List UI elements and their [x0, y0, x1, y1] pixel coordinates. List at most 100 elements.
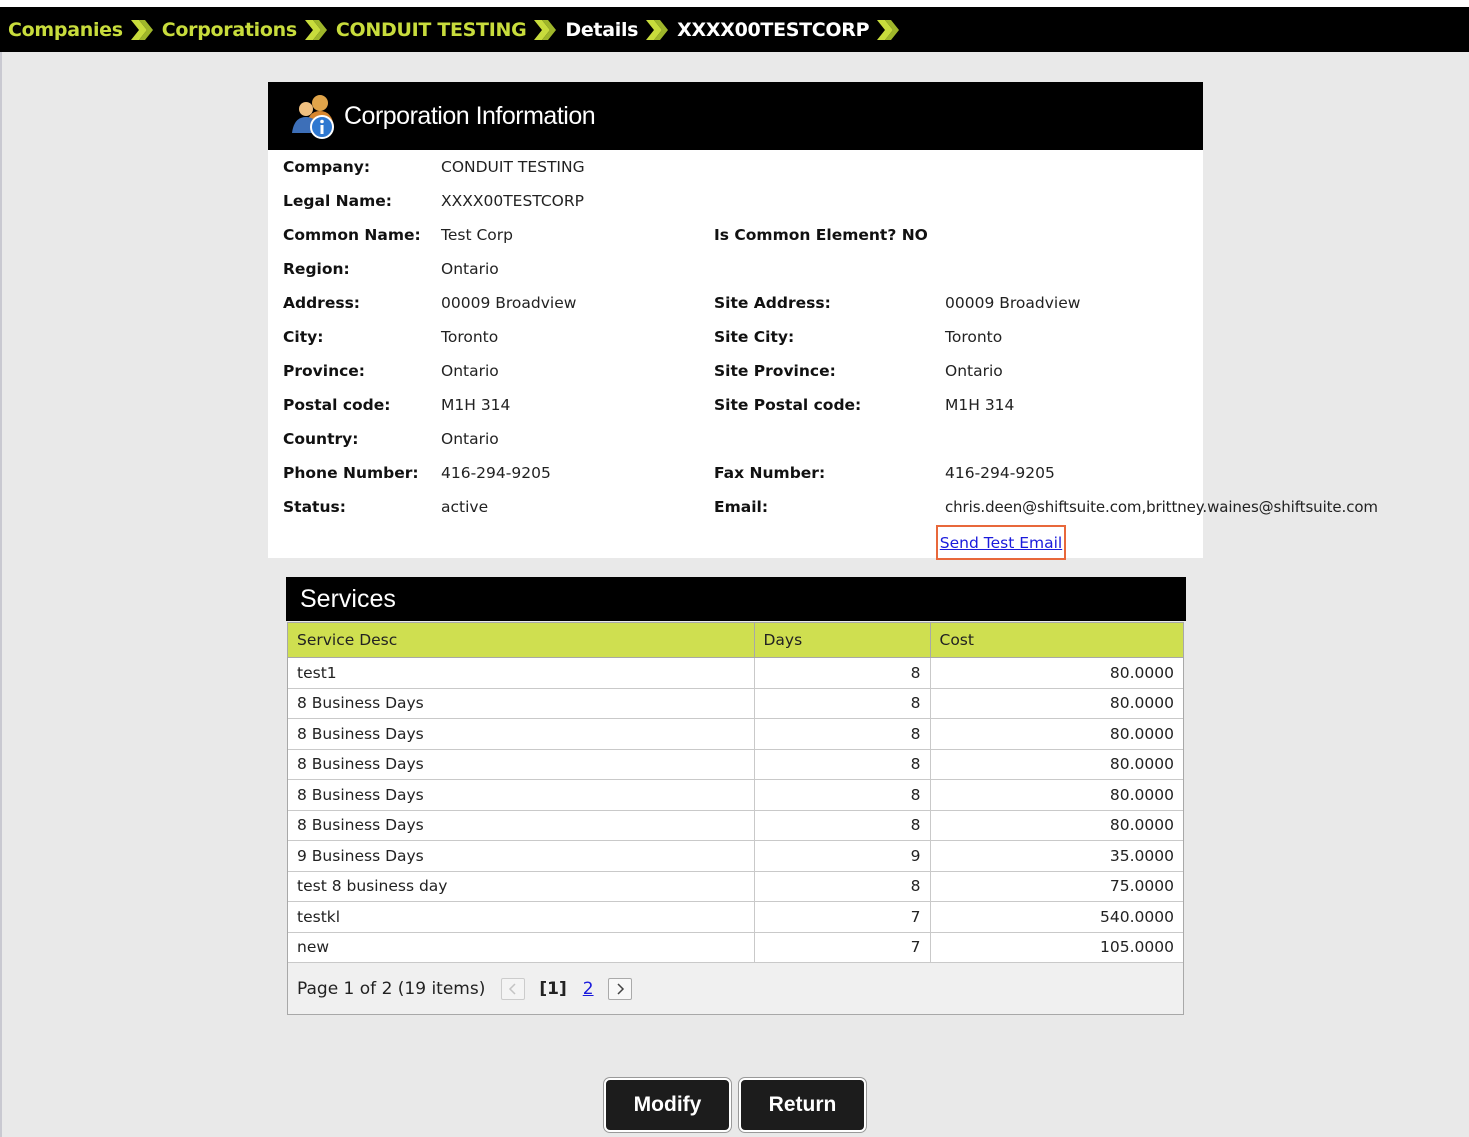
cost-cell: 80.0000 [930, 718, 1183, 750]
corporation-info-icon [290, 93, 338, 143]
table-row[interactable]: 8 Business Days 8 80.0000 [288, 718, 1183, 750]
days-cell: 8 [754, 718, 931, 750]
region-label: Region: [283, 260, 350, 278]
service-desc-cell: test1 [288, 657, 755, 689]
send-test-email-highlight: Send Test Email [936, 525, 1066, 560]
phone-number-label: Phone Number: [283, 464, 419, 482]
province-value: Ontario [441, 362, 499, 380]
cost-cell: 80.0000 [930, 810, 1183, 841]
table-header-row: Service Desc Days Cost [288, 623, 1183, 658]
table-row[interactable]: test1 8 80.0000 [288, 657, 1183, 689]
chevron-right-icon [303, 15, 329, 45]
breadcrumb-corporation: XXXX00TESTCORP [677, 18, 870, 41]
table-row[interactable]: 8 Business Days 8 80.0000 [288, 749, 1183, 780]
pager-summary: Page 1 of 2 (19 items) [297, 979, 486, 999]
table-row[interactable]: 9 Business Days 9 35.0000 [288, 840, 1183, 872]
province-label: Province: [283, 362, 366, 380]
table-row[interactable]: 8 Business Days 8 80.0000 [288, 688, 1183, 719]
common-name-value: Test Corp [441, 226, 513, 244]
services-grid: Service Desc Days Cost test1 8 80.0000 8 B… [287, 622, 1184, 1015]
service-desc-cell: 8 Business Days [288, 810, 755, 841]
days-cell: 8 [754, 779, 931, 811]
common-element-label: Is Common Element? NO [714, 226, 928, 244]
top-strip [0, 0, 1469, 7]
send-test-email-link[interactable]: Send Test Email [940, 534, 1062, 552]
chevron-right-icon [129, 15, 155, 45]
breadcrumb-company[interactable]: CONDUIT TESTING [336, 19, 527, 41]
chevron-right-icon[interactable] [607, 978, 632, 1000]
site-postal-code-value: M1H 314 [945, 396, 1015, 414]
cost-cell: 540.0000 [930, 901, 1183, 933]
breadcrumb: Companies Corporations CONDUIT TESTING D… [0, 7, 1469, 52]
days-cell: 8 [754, 688, 931, 719]
chevron-right-icon [644, 15, 670, 45]
cost-cell: 80.0000 [930, 657, 1183, 689]
country-value: Ontario [441, 430, 499, 448]
services-title: Services [300, 584, 396, 613]
site-postal-code-label: Site Postal code: [714, 396, 862, 414]
table-row[interactable]: test 8 business day 8 75.0000 [288, 871, 1183, 902]
email-label: Email: [714, 498, 769, 516]
email-value: chris.deen@shiftsuite.com,brittney.waine… [945, 498, 1378, 516]
days-cell: 8 [754, 810, 931, 841]
city-value: Toronto [441, 328, 499, 346]
service-desc-cell: 8 Business Days [288, 718, 755, 750]
column-header-service-desc[interactable]: Service Desc [288, 623, 755, 658]
modify-button[interactable]: Modify [604, 1078, 731, 1132]
site-province-label: Site Province: [714, 362, 836, 380]
return-button[interactable]: Return [739, 1078, 866, 1132]
service-desc-cell: test 8 business day [288, 871, 755, 902]
column-header-cost[interactable]: Cost [930, 623, 1183, 658]
days-cell: 8 [754, 657, 931, 689]
table-row[interactable]: new 7 105.0000 [288, 932, 1183, 963]
country-label: Country: [283, 430, 359, 448]
status-value: active [441, 498, 489, 516]
region-value: Ontario [441, 260, 499, 278]
services-header: Services [286, 577, 1186, 621]
days-cell: 7 [754, 901, 931, 933]
column-header-days[interactable]: Days [754, 623, 931, 658]
table-row[interactable]: 8 Business Days 8 80.0000 [288, 810, 1183, 841]
table-row[interactable]: 8 Business Days 8 80.0000 [288, 779, 1183, 811]
days-cell: 8 [754, 749, 931, 780]
days-cell: 8 [754, 871, 931, 902]
cost-cell: 105.0000 [930, 932, 1183, 963]
breadcrumb-corporations[interactable]: Corporations [162, 19, 297, 41]
chevron-right-icon [532, 15, 558, 45]
service-desc-cell: 8 Business Days [288, 779, 755, 811]
site-province-value: Ontario [945, 362, 1003, 380]
city-label: City: [283, 328, 324, 346]
status-label: Status: [283, 498, 346, 516]
site-address-label: Site Address: [714, 294, 831, 312]
cost-cell: 80.0000 [930, 749, 1183, 780]
corporation-info-panel: Corporation Information [268, 82, 1203, 558]
postal-code-value: M1H 314 [441, 396, 511, 414]
company-label: Company: [283, 158, 371, 176]
company-value: CONDUIT TESTING [441, 158, 585, 176]
corporation-info-title: Corporation Information [344, 101, 596, 130]
phone-number-value: 416-294-9205 [441, 464, 551, 482]
chevron-right-icon [875, 15, 901, 45]
cost-cell: 75.0000 [930, 871, 1183, 902]
legal-name-label: Legal Name: [283, 192, 392, 210]
pager: Page 1 of 2 (19 items) [1] 2 [288, 963, 1183, 1015]
service-desc-cell: 9 Business Days [288, 840, 755, 872]
cost-cell: 80.0000 [930, 688, 1183, 719]
fax-number-label: Fax Number: [714, 464, 826, 482]
breadcrumb-companies[interactable]: Companies [8, 19, 123, 41]
chevron-left-icon[interactable] [501, 978, 526, 1000]
table-row[interactable]: testkl 7 540.0000 [288, 901, 1183, 933]
breadcrumb-details: Details [565, 18, 639, 41]
service-desc-cell: 8 Business Days [288, 688, 755, 719]
site-address-value: 00009 Broadview [945, 294, 1081, 312]
days-cell: 9 [754, 840, 931, 872]
days-cell: 7 [754, 932, 931, 963]
site-city-value: Toronto [945, 328, 1003, 346]
site-city-label: Site City: [714, 328, 795, 346]
pager-page-2[interactable]: 2 [583, 979, 594, 999]
cost-cell: 35.0000 [930, 840, 1183, 872]
common-name-label: Common Name: [283, 226, 421, 244]
fax-number-value: 416-294-9205 [945, 464, 1055, 482]
service-desc-cell: 8 Business Days [288, 749, 755, 780]
address-value: 00009 Broadview [441, 294, 577, 312]
